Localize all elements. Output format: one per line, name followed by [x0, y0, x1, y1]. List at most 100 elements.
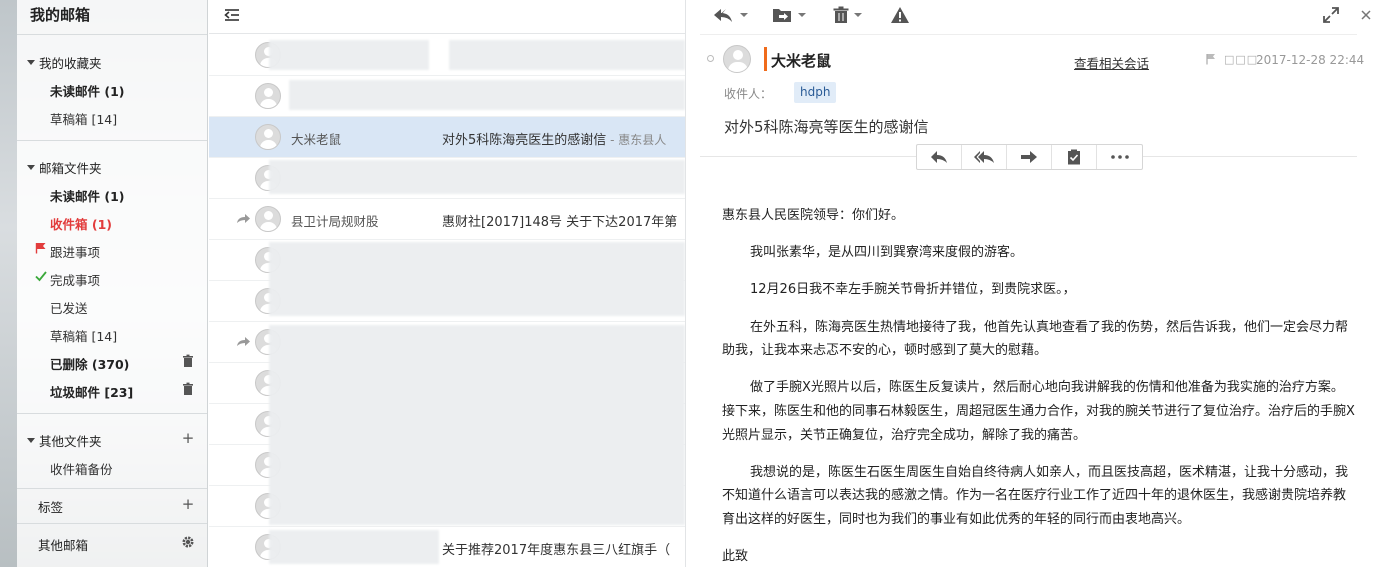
sidebar: 我的邮箱 我的收藏夹 未读邮件 (1) 草稿箱 [14] 邮箱文件夹 未读邮件 … — [0, 0, 208, 567]
sidebar-item-follow-up[interactable]: 跟进事项 — [50, 242, 100, 261]
unread-dot-icon — [707, 55, 714, 62]
message-list: 大米老鼠 对外5科陈海亮医生的感谢信 - 惠东县人 县卫计局规财股 惠财社[20… — [209, 0, 685, 567]
sidebar-item-spam[interactable]: 垃圾邮件 [23] — [50, 382, 133, 401]
avatar — [255, 206, 281, 232]
sidebar-item-done[interactable]: 完成事项 — [50, 270, 100, 289]
chevron-down-icon — [854, 13, 862, 17]
todo-button[interactable] — [1052, 145, 1097, 169]
body-paragraph: 在外五科，陈海亮医生热情地接待了我，他首先认真地查看了我的伤势，然后告诉我，他们… — [722, 319, 1349, 359]
divider — [17, 413, 207, 414]
gear-icon[interactable] — [181, 535, 195, 549]
blurred-region — [449, 40, 685, 70]
reply-all-button[interactable] — [962, 145, 1007, 169]
avatar — [255, 83, 281, 109]
message-subject-title: 对外5科陈海亮等医生的感谢信 — [724, 118, 929, 136]
blurred-region — [269, 325, 685, 525]
other-folders-section[interactable]: 其他文件夹 — [27, 431, 102, 450]
sidebar-item-unread[interactable]: 未读邮件 (1) — [50, 186, 124, 205]
blurred-region — [289, 80, 685, 110]
message-body: 惠东县人民医院领导：你们好。 我叫张素华，是从四川到巽寮湾来度假的游客。 12月… — [722, 204, 1356, 567]
sender-tag-bar — [764, 47, 767, 71]
chevron-down-icon — [740, 13, 748, 17]
divider — [17, 34, 207, 35]
green-check-icon — [35, 271, 47, 282]
other-mail-section[interactable]: 其他邮箱 — [38, 535, 88, 554]
tags-section[interactable]: 标签 — [38, 497, 63, 516]
message-sender: 大米老鼠 — [291, 132, 342, 147]
collapse-sidebar-icon[interactable] — [223, 6, 241, 24]
chevron-down-icon — [798, 13, 806, 17]
blurred-region — [269, 530, 439, 564]
message-subject: 对外5科陈海亮医生的感谢信 - 惠东县人 — [442, 129, 666, 148]
delete-menu-button[interactable] — [832, 4, 862, 26]
move-menu-button[interactable] — [772, 4, 806, 26]
sidebar-strip — [0, 0, 17, 567]
flag-icon[interactable] — [1205, 53, 1217, 65]
clipboard-check-icon — [1068, 149, 1080, 165]
body-paragraph: 做了手腕X光照片以后，陈医生反复读片，然后耐心地向我讲解我的伤情和他准备为我实施… — [722, 380, 1355, 443]
sender-avatar — [723, 45, 751, 73]
recipient-label: 收件人： — [724, 87, 773, 101]
blurred-region — [269, 40, 429, 70]
message-action-bar — [916, 144, 1143, 170]
body-paragraph: 惠东县人民医院领导：你们好。 — [722, 208, 905, 223]
list-item[interactable]: 县卫计局规财股 惠财社[2017]148号 关于下达2017年第 — [209, 199, 685, 240]
recipient-chip[interactable]: hdph — [794, 82, 837, 103]
related-conversations-link[interactable]: 查看相关会话 — [1074, 53, 1149, 72]
message-subject: 惠财社[2017]148号 关于下达2017年第 — [442, 215, 678, 230]
collapse-triangle-icon — [27, 438, 35, 443]
sidebar-item-deleted[interactable]: 已删除 (370) — [50, 354, 129, 373]
sidebar-item-sent[interactable]: 已发送 — [50, 298, 88, 317]
trash-icon — [833, 6, 849, 23]
divider — [17, 488, 207, 489]
warning-icon — [891, 7, 909, 23]
mailbox-title: 我的邮箱 — [30, 6, 91, 24]
folders-label: 邮箱文件夹 — [39, 161, 102, 176]
favorites-item-drafts[interactable]: 草稿箱 [14] — [50, 109, 117, 128]
body-paragraph: 此致 — [722, 549, 749, 565]
close-button[interactable] — [1361, 4, 1371, 26]
folders-section[interactable]: 邮箱文件夹 — [27, 158, 102, 177]
sidebar-item-inbox[interactable]: 收件箱 (1) — [50, 214, 112, 233]
blurred-region — [269, 242, 685, 316]
body-paragraph: 我叫张素华，是从四川到巽寮湾来度假的游客。 — [750, 245, 1024, 261]
divider — [17, 140, 207, 141]
message-subject: 关于推荐2017年度惠东县三八红旗手（ — [442, 543, 671, 558]
sidebar-item-inbox-backup[interactable]: 收件箱备份 — [50, 459, 113, 478]
sender-name[interactable]: 大米老鼠 — [771, 50, 831, 71]
avatar — [255, 124, 281, 150]
forward-arrow-icon — [237, 337, 250, 346]
trash-icon[interactable] — [181, 382, 195, 396]
favorites-label: 我的收藏夹 — [39, 56, 102, 71]
sidebar-item-drafts[interactable]: 草稿箱 [14] — [50, 326, 117, 345]
body-paragraph: 我想说的是，陈医生石医生周医生自始自终待病人如亲人，而且医技高超，医术精湛，让我… — [722, 464, 1349, 527]
move-to-folder-icon — [773, 9, 791, 22]
message-sender: 县卫计局规财股 — [291, 214, 379, 229]
favorites-item-unread[interactable]: 未读邮件 (1) — [50, 81, 124, 100]
trash-icon[interactable] — [181, 354, 195, 368]
divider — [17, 523, 207, 524]
add-folder-icon[interactable]: + — [181, 431, 195, 446]
forward-icon — [1021, 151, 1037, 163]
message-snippet: - 惠东县人 — [606, 133, 667, 147]
other-mail-label: 其他邮箱 — [38, 538, 89, 553]
reply-button[interactable] — [917, 145, 962, 169]
fullscreen-button[interactable] — [1322, 4, 1340, 26]
forward-button[interactable] — [1007, 145, 1052, 169]
reply-menu-button[interactable] — [712, 4, 748, 26]
list-item-selected[interactable]: 大米老鼠 对外5科陈海亮医生的感谢信 - 惠东县人 — [209, 117, 685, 158]
report-spam-button[interactable] — [890, 4, 910, 26]
more-icon — [1110, 155, 1129, 159]
toolbar-divider — [700, 34, 1357, 35]
close-icon — [1361, 10, 1371, 20]
reply-all-icon — [714, 9, 732, 22]
reply-all-icon — [974, 151, 994, 163]
favorites-section[interactable]: 我的收藏夹 — [27, 53, 102, 72]
add-tag-icon[interactable]: + — [181, 497, 195, 512]
collapse-triangle-icon — [27, 60, 35, 65]
forward-arrow-icon — [237, 214, 250, 223]
list-header — [209, 0, 685, 34]
tags-label: 标签 — [38, 500, 64, 515]
more-button[interactable] — [1097, 145, 1142, 169]
body-paragraph: 12月26日我不幸左手腕关节骨折并错位，到贵院求医。， — [750, 282, 1076, 298]
